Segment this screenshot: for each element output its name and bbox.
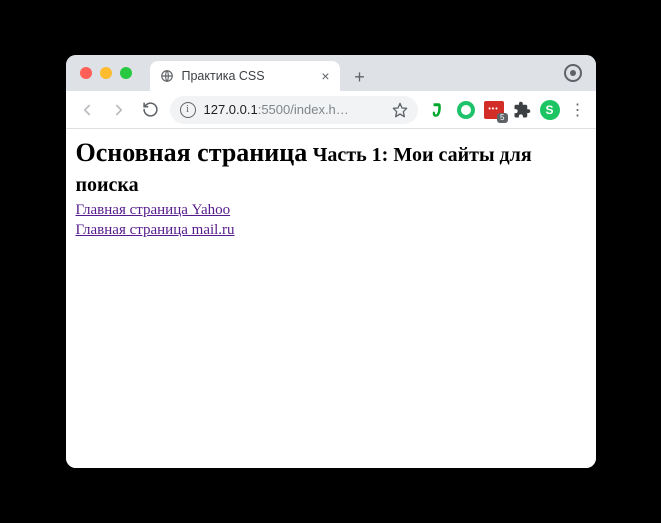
extensions-menu-icon[interactable]: [512, 100, 532, 120]
window-avatar[interactable]: [564, 55, 582, 91]
forward-button[interactable]: [106, 97, 132, 123]
tab-strip: Практика CSS × +: [66, 55, 596, 91]
heading-main: Основная страница: [76, 138, 308, 167]
profile-avatar-icon[interactable]: S: [540, 100, 560, 120]
evernote-extension-icon[interactable]: [428, 100, 448, 120]
tab-title: Практика CSS: [182, 69, 314, 83]
new-tab-button[interactable]: +: [346, 63, 374, 91]
extensions-area: ••• 5 S ⋮: [424, 100, 588, 120]
close-window-button[interactable]: [80, 67, 92, 79]
window-controls: [76, 55, 138, 91]
minimize-window-button[interactable]: [100, 67, 112, 79]
lastpass-extension-icon[interactable]: ••• 5: [484, 100, 504, 120]
globe-icon: [160, 69, 174, 83]
back-button[interactable]: [74, 97, 100, 123]
browser-tab[interactable]: Практика CSS ×: [150, 61, 340, 91]
fullscreen-window-button[interactable]: [120, 67, 132, 79]
address-bar[interactable]: i 127.0.0.1:5500/index.h…: [170, 96, 418, 124]
link-mailru[interactable]: Главная страница mail.ru: [76, 222, 235, 238]
browser-toolbar: i 127.0.0.1:5500/index.h… ••• 5: [66, 91, 596, 129]
site-info-icon[interactable]: i: [180, 102, 196, 118]
page-heading: Основная страница Часть 1: Мои сайты для…: [76, 137, 586, 198]
adguard-extension-icon[interactable]: [456, 100, 476, 120]
lastpass-badge: 5: [497, 113, 507, 123]
url-text: 127.0.0.1:5500/index.h…: [204, 102, 384, 117]
link-yahoo[interactable]: Главная страница Yahoo: [76, 202, 231, 218]
browser-menu-button[interactable]: ⋮: [568, 100, 588, 120]
browser-window: Практика CSS × + i 127.0.0.1:5500/index.…: [66, 55, 596, 468]
incognito-avatar-icon: [564, 64, 582, 82]
close-tab-icon[interactable]: ×: [321, 69, 329, 83]
bookmark-star-icon[interactable]: [392, 102, 408, 118]
page-content: Основная страница Часть 1: Мои сайты для…: [66, 129, 596, 468]
reload-button[interactable]: [138, 97, 164, 123]
